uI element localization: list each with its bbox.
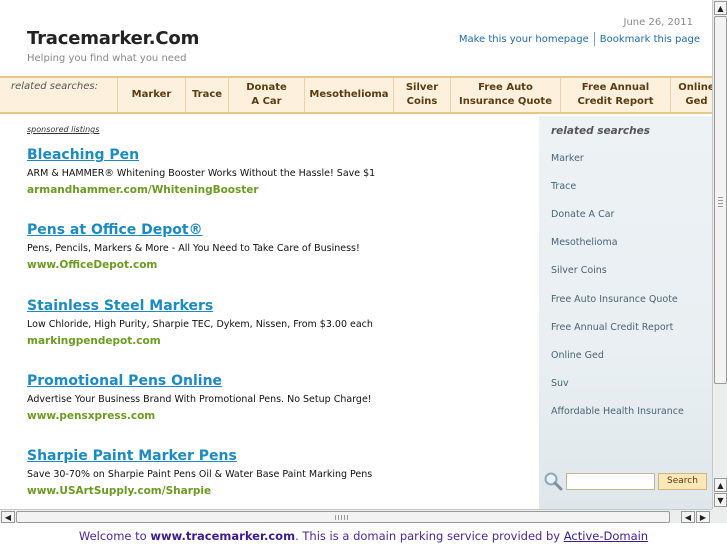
- listing-description: Pens, Pencils, Markers & More - All You …: [27, 243, 360, 254]
- vertical-scroll-thumb[interactable]: [714, 16, 727, 384]
- listing-title-link[interactable]: Bleaching Pen: [27, 146, 527, 164]
- related-bar-item[interactable]: Silver Coins: [393, 78, 450, 112]
- listing: Promotional Pens Online Advertise Your B…: [27, 372, 527, 423]
- bar-item-line2: Ged: [685, 96, 708, 107]
- listing-title-link[interactable]: Sharpie Paint Marker Pens: [27, 447, 527, 465]
- related-bar-item[interactable]: Mesothelioma: [304, 78, 393, 112]
- listing-description: Advertise Your Business Brand With Promo…: [27, 394, 372, 405]
- listing-url-link[interactable]: www.USArtSupply.com/Sharpie: [27, 485, 527, 498]
- bar-item-line1: Donate: [246, 82, 287, 93]
- make-homepage-link[interactable]: Make this your homepage: [459, 34, 589, 45]
- grip-icon: [335, 515, 349, 520]
- arrow-left-icon[interactable]: ◀: [1, 511, 15, 523]
- sidebar-item[interactable]: Suv: [551, 378, 569, 389]
- listing-description: Low Chloride, High Purity, Sharpie TEC, …: [27, 319, 373, 330]
- arrow-left-icon[interactable]: ◀: [681, 511, 695, 523]
- bar-item-line1: Trace: [191, 89, 223, 100]
- related-searches-bar: related searches: Marker Trace Donate A C…: [0, 76, 712, 114]
- arrow-up-icon[interactable]: ▲: [714, 478, 727, 492]
- link-divider: [593, 32, 595, 46]
- search-input[interactable]: [566, 472, 655, 490]
- magnifier-icon: [543, 471, 563, 491]
- sidebar-item[interactable]: Free Auto Insurance Quote: [551, 294, 678, 305]
- sidebar-item[interactable]: Trace: [551, 181, 576, 192]
- related-searches-sidebar: related searches Marker Trace Donate A C…: [539, 116, 712, 509]
- related-bar-item[interactable]: Free Auto Insurance Quote: [450, 78, 560, 112]
- listing-title-link[interactable]: Promotional Pens Online: [27, 372, 527, 390]
- listing-title-link[interactable]: Stainless Steel Markers: [27, 297, 527, 315]
- sidebar-item[interactable]: Mesothelioma: [551, 237, 618, 248]
- listing: Bleaching Pen ARM & HAMMER® Whitening Bo…: [27, 146, 527, 197]
- listing-description: ARM & HAMMER® Whitening Booster Works Wi…: [27, 168, 376, 179]
- bar-item-line2: A Car: [251, 96, 282, 107]
- sidebar-title: related searches: [551, 125, 651, 137]
- listing-title-link[interactable]: Pens at Office Depot®: [27, 221, 527, 239]
- related-bar-item[interactable]: Free Annual Credit Report: [560, 78, 670, 112]
- listing-url-link[interactable]: www.pensxpress.com: [27, 410, 527, 423]
- listing: Pens at Office Depot® Pens, Pencils, Mar…: [27, 221, 527, 272]
- grip-icon: [718, 197, 723, 207]
- bar-item-line2: Credit Report: [577, 96, 654, 107]
- bar-item-line1: Mesothelioma: [309, 89, 389, 100]
- date-label: June 26, 2011: [623, 17, 694, 28]
- sidebar-item[interactable]: Free Annual Credit Report: [551, 322, 673, 333]
- horizontal-scroll-thumb[interactable]: [16, 511, 670, 523]
- listing-url-link[interactable]: markingpendepot.com: [27, 335, 527, 348]
- footer-domain: www.tracemarker.com: [150, 529, 296, 543]
- horizontal-scrollbar[interactable]: ◀ ◀ ▶: [0, 509, 712, 523]
- sidebar-search: Search: [543, 471, 707, 491]
- bar-item-line1: Free Auto: [478, 82, 533, 93]
- footer-notice: Welcome to www.tracemarker.com. This is …: [0, 529, 727, 543]
- listing-url-link[interactable]: armandhammer.com/WhiteningBooster: [27, 184, 527, 197]
- footer-middle: . This is a domain parking service provi…: [295, 529, 564, 543]
- provider-link[interactable]: Active-Domain: [564, 529, 648, 543]
- listing-description: Save 30-70% on Sharpie Paint Pens Oil & …: [27, 469, 373, 480]
- site-tagline: Helping you find what you need: [27, 53, 187, 64]
- listing: Sharpie Paint Marker Pens Save 30-70% on…: [27, 447, 527, 498]
- related-bar-item[interactable]: Online Ged: [670, 78, 712, 112]
- related-bar-item[interactable]: Marker: [117, 78, 185, 112]
- sidebar-item[interactable]: Online Ged: [551, 350, 604, 361]
- scrollbar-corner: [712, 509, 727, 523]
- sidebar-item[interactable]: Donate A Car: [551, 209, 614, 220]
- arrow-right-icon[interactable]: ▶: [696, 511, 710, 523]
- listing-url-link[interactable]: www.OfficeDepot.com: [27, 259, 527, 272]
- vertical-scrollbar[interactable]: ▲ ▲ ▼: [712, 0, 727, 509]
- footer-prefix: Welcome to: [78, 529, 151, 543]
- browser-viewport: Tracemarker.Com Helping you find what yo…: [0, 0, 712, 509]
- listing: Stainless Steel Markers Low Chloride, Hi…: [27, 297, 527, 348]
- related-bar-item[interactable]: Donate A Car: [228, 78, 304, 112]
- sponsored-listings-label: sponsored listings: [27, 125, 100, 134]
- sidebar-item[interactable]: Marker: [551, 153, 584, 164]
- sidebar-item[interactable]: Silver Coins: [551, 265, 607, 276]
- bar-item-line1: Silver: [405, 82, 439, 93]
- bar-item-line1: Online: [678, 82, 712, 93]
- header-links: Make this your homepage Bookmark this pa…: [459, 32, 700, 46]
- arrow-up-icon[interactable]: ▲: [714, 1, 727, 15]
- bar-item-line2: Coins: [406, 96, 438, 107]
- sidebar-item[interactable]: Affordable Health Insurance: [551, 406, 684, 417]
- bar-item-line2: Insurance Quote: [459, 96, 552, 107]
- related-bar-label: related searches:: [11, 81, 98, 92]
- site-title[interactable]: Tracemarker.Com: [27, 28, 199, 49]
- related-bar-item[interactable]: Trace: [185, 78, 228, 112]
- search-button[interactable]: Search: [658, 472, 707, 490]
- bar-item-line1: Marker: [131, 89, 172, 100]
- bookmark-link[interactable]: Bookmark this page: [600, 34, 700, 45]
- arrow-down-icon[interactable]: ▼: [714, 493, 727, 507]
- bar-item-line1: Free Annual: [581, 82, 650, 93]
